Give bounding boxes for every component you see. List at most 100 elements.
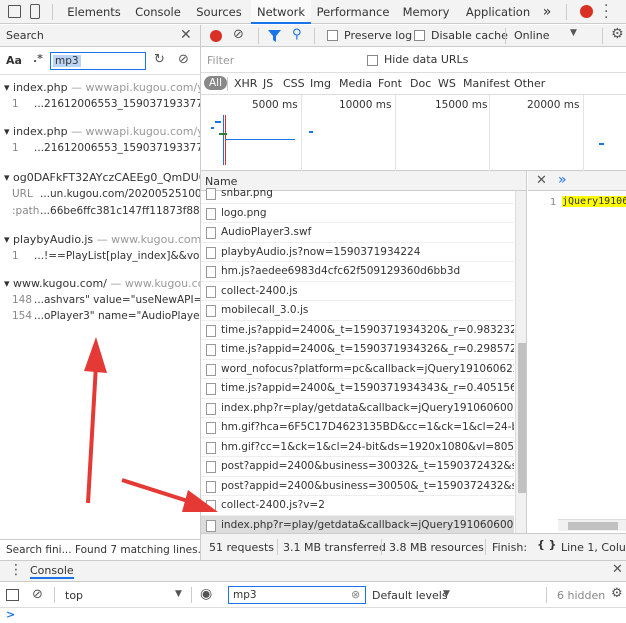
request-row[interactable]: hm.gif?hca=6F5C17D4623135BD&cc=1&ck=1&cl…	[201, 418, 514, 438]
disable-cache-checkbox[interactable]	[414, 30, 425, 41]
record-icon[interactable]	[210, 30, 222, 42]
tab-application[interactable]: Application	[462, 0, 534, 24]
request-row[interactable]: playbyAudio.js?now=1590371934224	[201, 243, 514, 262]
request-row[interactable]: time.js?appid=2400&_t=1590371934326&_r=0…	[201, 340, 514, 360]
request-row[interactable]: collect-2400.js	[201, 282, 514, 301]
type-filter-font[interactable]: Font	[378, 77, 402, 90]
result-line[interactable]: 154 ...oPlayer3" name="AudioPlaye...	[12, 310, 200, 322]
type-filter-other[interactable]: Other	[514, 77, 545, 90]
request-row[interactable]: index.php?r=play/getdata&callback=jQuery…	[201, 515, 514, 533]
result-line[interactable]: URL ...un.kugou.com/20200525100...	[12, 188, 200, 200]
context-select[interactable]: top	[65, 589, 83, 602]
result-line[interactable]: 1...21612006553_1590371933779({...	[12, 142, 200, 154]
tab-console[interactable]: Console	[130, 0, 186, 24]
type-filter-media[interactable]: Media	[339, 77, 372, 90]
preview-h-scrollbar-thumb[interactable]	[568, 522, 618, 530]
preserve-log-checkbox[interactable]	[327, 30, 338, 41]
sidebar-toggle-icon[interactable]	[6, 589, 19, 601]
search-input[interactable]: mp3	[50, 52, 146, 70]
type-filter-xhr[interactable]: XHR	[234, 77, 257, 90]
console-filter-input[interactable]: mp3 ⊗	[228, 586, 366, 604]
hide-data-urls-checkbox[interactable]	[367, 55, 378, 66]
request-row[interactable]: logo.png	[201, 204, 514, 223]
type-filter-css[interactable]: CSS	[283, 77, 305, 90]
console-drawer-tab[interactable]: Console	[30, 564, 74, 579]
close-search-icon[interactable]: ✕	[180, 27, 192, 43]
result-line[interactable]: 1...!==PlayList[play_index]&&void ...	[12, 250, 200, 262]
clear-console-icon[interactable]: ⊘	[32, 587, 43, 602]
request-row[interactable]: time.js?appid=2400&_t=1590371934320&_r=0…	[201, 321, 514, 340]
chevron-down-icon[interactable]: ▼	[570, 28, 577, 38]
search-icon[interactable]: ⚲	[292, 27, 302, 42]
close-drawer-icon[interactable]: ✕	[612, 562, 623, 577]
more-tabs-button[interactable]: »	[538, 0, 556, 24]
result-line[interactable]: 148 ...ashvars" value="useNewAPI=...	[12, 294, 200, 306]
request-row[interactable]: word_nofocus?platform=pc&callback=jQuery…	[201, 360, 514, 379]
type-filter-doc[interactable]: Doc	[410, 77, 431, 90]
request-row[interactable]: hm.js?aedee6983d4cfc62f509129360d6bb3d	[201, 262, 514, 282]
file-icon	[206, 305, 216, 317]
network-timeline[interactable]: 5000 ms 10000 ms 15000 ms 20000 ms	[201, 95, 626, 171]
regex-button[interactable]: .*	[33, 52, 43, 65]
search-query: mp3	[53, 55, 81, 67]
console-prompt[interactable]: >	[0, 608, 626, 623]
request-row[interactable]: hm.gif?cc=1&ck=1&cl=24-bit&ds=1920x1080&…	[201, 438, 514, 457]
error-badge-icon[interactable]	[580, 5, 593, 18]
request-row[interactable]: post?appid=2400&business=30050&_t=159037…	[201, 477, 514, 496]
request-row[interactable]: time.js?appid=2400&_t=1590371934343&_r=0…	[201, 379, 514, 399]
type-filter-ws[interactable]: WS	[438, 77, 456, 90]
result-file[interactable]: ▾ og0DAFkFT32AYczCAEEg0_QmDU05...	[4, 171, 200, 184]
request-row[interactable]: mobilecall_3.0.js	[201, 301, 514, 321]
refresh-icon[interactable]: ↻	[154, 52, 165, 67]
scrollbar-thumb[interactable]	[518, 343, 526, 493]
preview-h-scrollbar[interactable]	[558, 519, 626, 531]
log-levels-select[interactable]: Default levels	[372, 589, 448, 602]
pretty-print-icon[interactable]: { }	[537, 538, 557, 551]
devtools-tab-bar: Elements Console Sources Network Perform…	[0, 0, 626, 25]
request-row[interactable]: AudioPlayer3.swf	[201, 223, 514, 243]
type-filter-manifest[interactable]: Manifest	[463, 77, 510, 90]
device-toolbar-icon[interactable]	[30, 4, 40, 19]
finish-time: Finish:	[492, 541, 528, 554]
request-row[interactable]: index.php?r=play/getdata&callback=jQuery…	[201, 399, 514, 418]
result-line[interactable]: 1...21612006553_1590371933779({...	[12, 98, 200, 110]
request-row[interactable]: post?appid=2400&business=30032&_t=159037…	[201, 457, 514, 477]
chevron-down-icon[interactable]: ▼	[443, 589, 450, 599]
inspect-element-icon[interactable]	[8, 5, 21, 18]
tab-sources[interactable]: Sources	[192, 0, 246, 24]
type-filter-js[interactable]: JS	[263, 77, 273, 90]
type-filter-img[interactable]: Img	[310, 77, 331, 90]
type-filter-all[interactable]: All	[204, 76, 228, 90]
tab-performance[interactable]: Performance	[316, 0, 390, 24]
eye-icon[interactable]: ◉	[200, 586, 212, 602]
request-row[interactable]: snbar.png	[201, 184, 514, 204]
clear-icon[interactable]: ⊘	[178, 52, 189, 67]
network-status-bar: 51 requests 3.1 MB transferred 3.8 MB re…	[201, 533, 626, 560]
drawer-menu-icon[interactable]: ⋮	[9, 562, 23, 578]
filter-icon[interactable]	[268, 30, 281, 42]
result-file[interactable]: ▾ www.kugou.com/ — www.kugou.com/yy...	[4, 277, 200, 290]
result-line[interactable]: :path...66be6ffc381c147ff11873f88...	[12, 205, 200, 217]
request-name: mobilecall_3.0.js	[221, 304, 309, 316]
result-file[interactable]: ▾ index.php — wwwapi.kugou.com/yy...	[4, 125, 200, 138]
preview-line-number: 1	[550, 197, 557, 208]
result-file[interactable]: ▾ index.php — wwwapi.kugou.com/yy...	[4, 81, 200, 94]
tab-memory[interactable]: Memory	[398, 0, 454, 24]
scrollbar-track[interactable]	[515, 191, 526, 533]
request-row[interactable]: collect-2400.js?v=2	[201, 496, 514, 516]
close-preview-icon[interactable]: ✕	[536, 173, 547, 188]
more-preview-tabs-button[interactable]: »	[558, 172, 567, 188]
clear-filter-icon[interactable]: ⊗	[351, 588, 360, 601]
result-file[interactable]: ▾ playbyAudio.js — www.kugou.com/yy...	[4, 233, 200, 246]
tab-network[interactable]: Network	[251, 0, 311, 24]
chevron-down-icon[interactable]: ▼	[175, 589, 182, 599]
throttling-select[interactable]: Online	[514, 29, 549, 42]
gear-icon[interactable]: ⚙	[611, 26, 624, 42]
clear-log-icon[interactable]: ⊘	[233, 27, 244, 42]
request-name: post?appid=2400&business=30050&_t=159037…	[221, 479, 514, 492]
tab-elements[interactable]: Elements	[62, 0, 126, 24]
gear-icon[interactable]: ⚙	[611, 586, 623, 601]
match-case-button[interactable]: Aa	[6, 54, 22, 67]
filter-input[interactable]: Filter	[207, 54, 347, 67]
menu-dots-icon[interactable]: · · ·	[604, 0, 608, 25]
